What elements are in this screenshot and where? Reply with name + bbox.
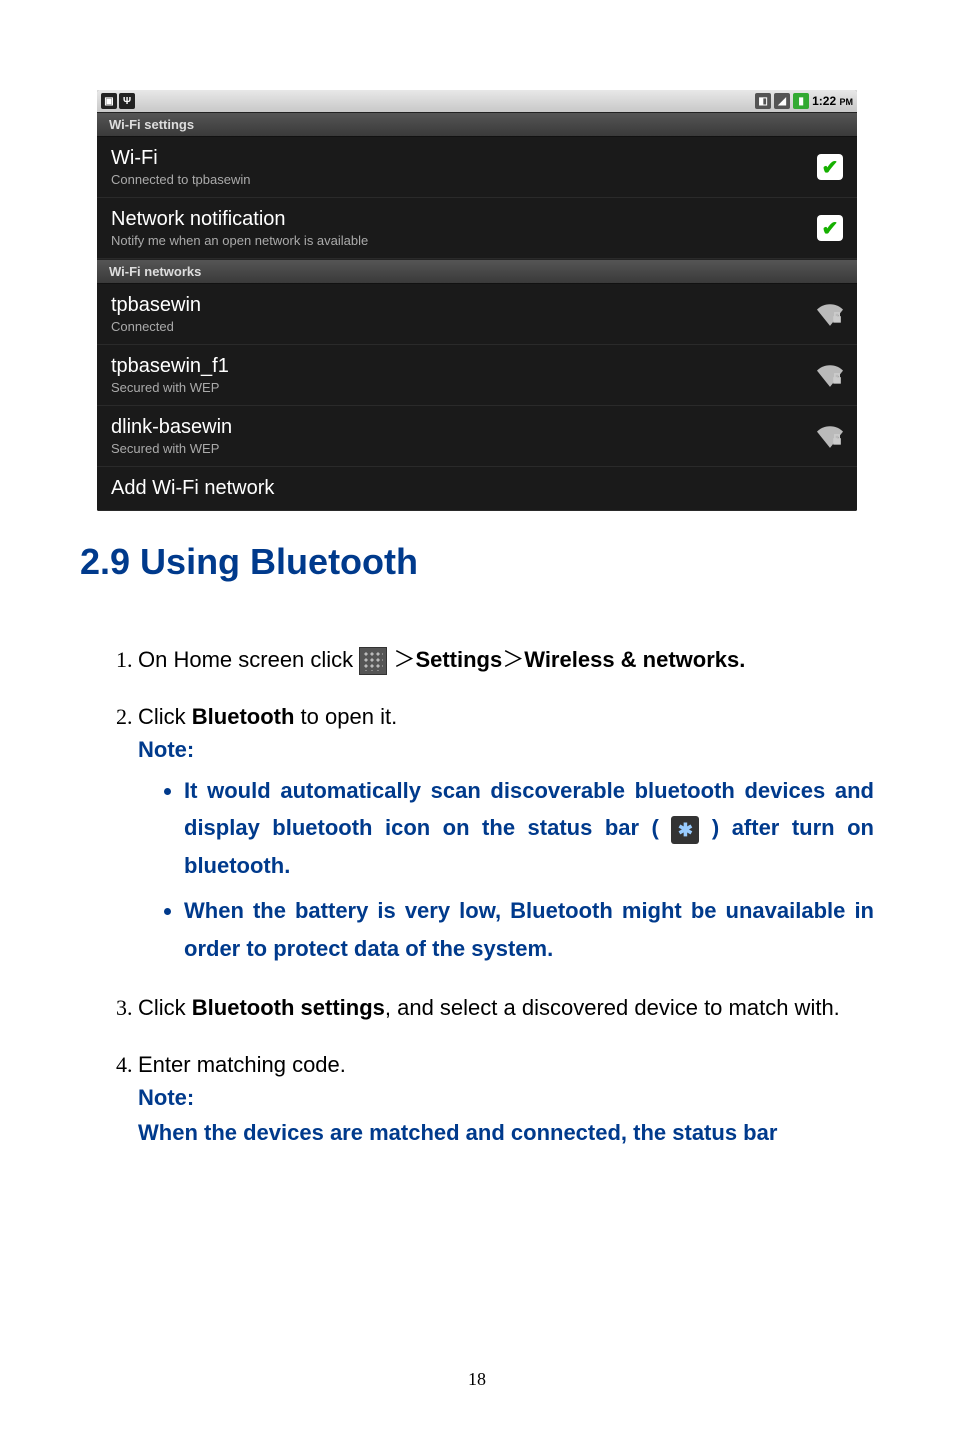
android-icon: ▣ (101, 93, 117, 109)
note-item: It would automatically scan discoverable… (184, 772, 874, 884)
status-right: ◧ ◢ ▮ 1:22 PM (755, 93, 853, 109)
network-status: Connected (111, 319, 201, 334)
note-item: When the battery is very low, Bluetooth … (184, 892, 874, 967)
data-icon: ◧ (755, 93, 771, 109)
step-text: Enter matching code. (138, 1052, 346, 1077)
wireless-label: Wireless & networks. (524, 647, 745, 672)
network-name: tpbasewin (111, 294, 201, 317)
apps-grid-icon (359, 647, 387, 675)
section-heading: 2.9 Using Bluetooth (80, 541, 874, 583)
bluetooth-label: Bluetooth (192, 704, 295, 729)
step-text: Click (138, 704, 192, 729)
step-text: On Home screen click (138, 647, 359, 672)
network-row-tpbasewin[interactable]: tpbasewin Connected (97, 284, 857, 345)
row-network-notification[interactable]: Network notification Notify me when an o… (97, 198, 857, 259)
note-text: When the devices are matched and connect… (138, 1114, 874, 1151)
step-text: , and select a discovered device to matc… (385, 995, 840, 1020)
wifi-secured-icon (817, 423, 843, 449)
section-header-wifi-networks: Wi-Fi networks (97, 259, 857, 284)
network-name: dlink-basewin (111, 416, 232, 439)
signal-icon: ◢ (774, 93, 790, 109)
row-subtitle: Notify me when an open network is availa… (111, 233, 368, 248)
section-header-wifi-settings: Wi-Fi settings (97, 112, 857, 137)
network-row-dlink-basewin[interactable]: dlink-basewin Secured with WEP (97, 406, 857, 467)
wifi-settings-screenshot: ▣ Ψ ◧ ◢ ▮ 1:22 PM Wi-Fi settings Wi-Fi C… (97, 90, 857, 511)
row-subtitle: Connected to tpbasewin (111, 172, 250, 187)
step-text: to open it. (294, 704, 397, 729)
row-add-wifi-network[interactable]: Add Wi-Fi network (97, 467, 857, 511)
network-status: Secured with WEP (111, 441, 232, 456)
step-1: On Home screen click ＞Settings＞Wireless … (138, 643, 874, 676)
step-list: On Home screen click ＞Settings＞Wireless … (80, 643, 874, 1151)
settings-label: Settings (415, 647, 502, 672)
checkbox-checked-icon[interactable]: ✔ (817, 215, 843, 241)
row-title: Wi-Fi (111, 147, 250, 170)
step-2: Click Bluetooth to open it. Note: It wou… (138, 700, 874, 967)
network-row-tpbasewin-f1[interactable]: tpbasewin_f1 Secured with WEP (97, 345, 857, 406)
checkbox-checked-icon[interactable]: ✔ (817, 154, 843, 180)
network-status: Secured with WEP (111, 380, 229, 395)
step-text: Click (138, 995, 192, 1020)
bluetooth-status-icon: ✱ (671, 816, 699, 844)
page-number: 18 (0, 1369, 954, 1390)
bluetooth-settings-label: Bluetooth settings (192, 995, 385, 1020)
status-bar: ▣ Ψ ◧ ◢ ▮ 1:22 PM (97, 90, 857, 112)
wifi-secured-icon (817, 301, 843, 327)
note-label: Note: (138, 1081, 874, 1114)
step-4: Enter matching code. Note: When the devi… (138, 1048, 874, 1151)
step-3: Click Bluetooth settings, and select a d… (138, 991, 874, 1024)
row-title: Add Wi-Fi network (111, 477, 274, 500)
usb-icon: Ψ (119, 93, 135, 109)
row-title: Network notification (111, 208, 368, 231)
battery-icon: ▮ (793, 93, 809, 109)
status-left: ▣ Ψ (101, 93, 135, 109)
clock: 1:22 PM (812, 94, 853, 108)
note-label: Note: (138, 733, 874, 766)
row-wifi-toggle[interactable]: Wi-Fi Connected to tpbasewin ✔ (97, 137, 857, 198)
network-name: tpbasewin_f1 (111, 355, 229, 378)
chevron: ＞ (393, 647, 415, 672)
wifi-secured-icon (817, 362, 843, 388)
note-list: It would automatically scan discoverable… (138, 772, 874, 967)
chevron: ＞ (502, 647, 524, 672)
